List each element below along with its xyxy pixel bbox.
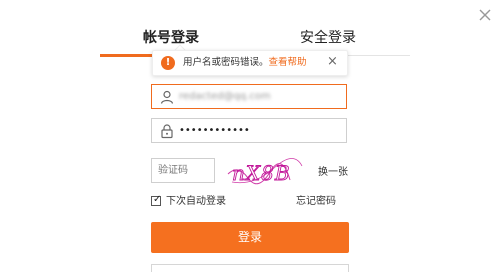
password-field[interactable]: •••••••••••• bbox=[151, 118, 347, 143]
user-icon bbox=[160, 90, 174, 104]
login-button[interactable]: 登录 bbox=[151, 222, 349, 253]
tab-account-login[interactable]: 帐号登录 bbox=[143, 28, 199, 48]
captcha-text: nX8B bbox=[232, 161, 291, 185]
captcha-placeholder: 验证码 bbox=[158, 165, 188, 176]
error-tooltip: ! 用户名或密码错误。查看帮助 × bbox=[152, 50, 348, 76]
error-message: 用户名或密码错误。查看帮助 bbox=[183, 56, 307, 70]
username-field[interactable]: redacted@qq.com bbox=[151, 84, 347, 109]
tab-secure-login[interactable]: 安全登录 bbox=[300, 28, 356, 48]
check-icon: ✓ bbox=[153, 194, 162, 205]
captcha-image[interactable]: nX8B bbox=[224, 154, 306, 190]
captcha-input[interactable]: 验证码 bbox=[151, 158, 215, 183]
warning-icon: ! bbox=[161, 56, 175, 70]
checkbox-box[interactable]: ✓ bbox=[151, 194, 162, 206]
username-value: redacted@qq.com bbox=[179, 91, 271, 102]
error-text: 用户名或密码错误。 bbox=[183, 57, 269, 68]
auto-login-label: 下次自动登录 bbox=[166, 196, 226, 207]
close-icon[interactable] bbox=[476, 6, 494, 24]
forgot-password-link[interactable]: 忘记密码 bbox=[296, 195, 336, 209]
secondary-button-edge bbox=[151, 264, 349, 272]
help-link[interactable]: 查看帮助 bbox=[269, 57, 307, 68]
refresh-captcha-link[interactable]: 换一张 bbox=[318, 163, 348, 178]
password-value: •••••••••••• bbox=[179, 125, 250, 136]
tooltip-close-icon[interactable]: × bbox=[327, 53, 338, 71]
lock-icon bbox=[161, 124, 173, 139]
